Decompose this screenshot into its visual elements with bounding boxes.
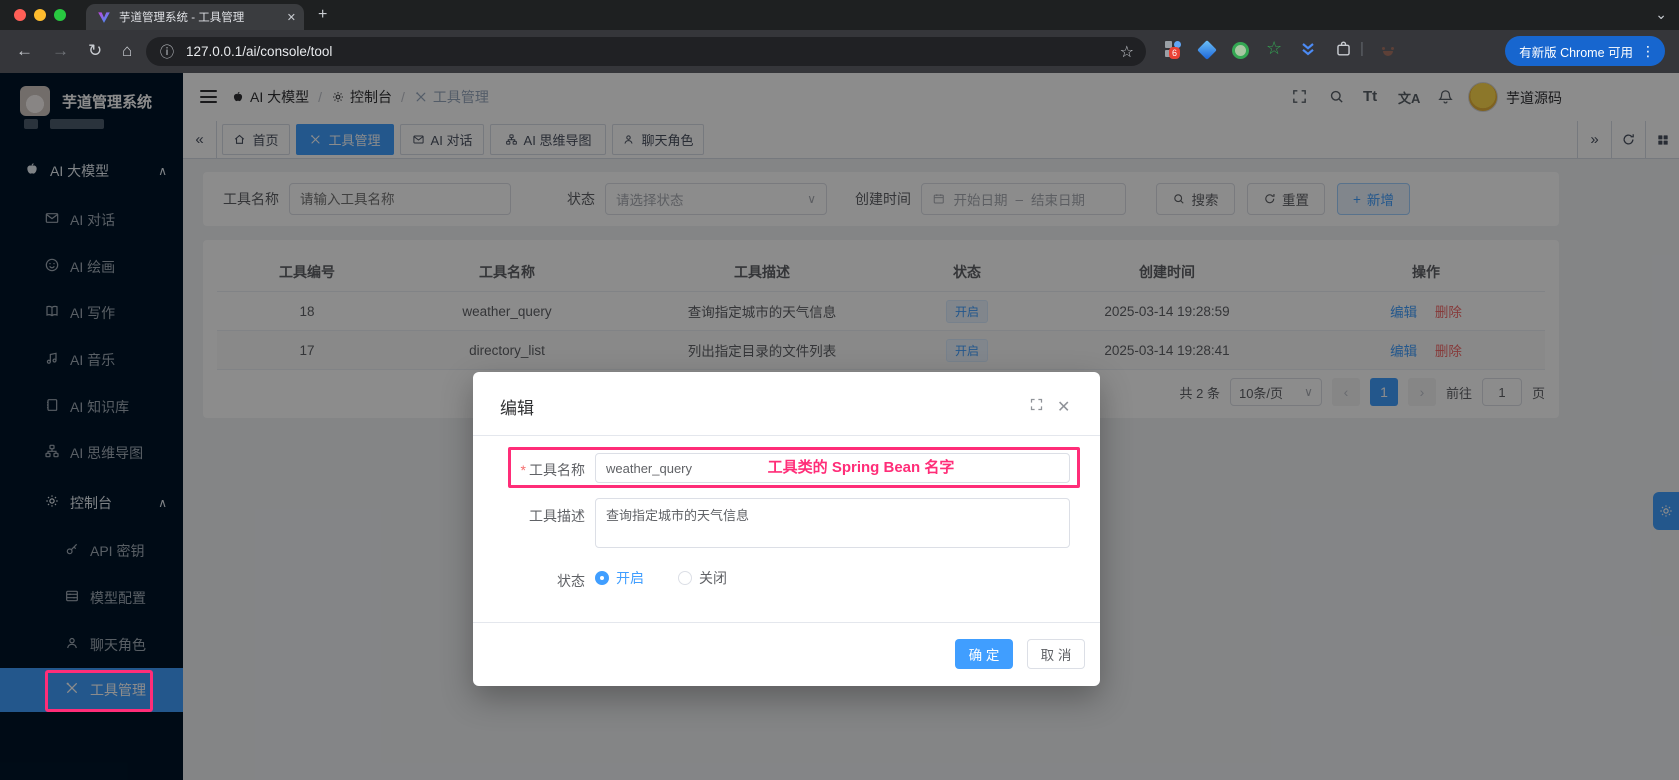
reload-icon[interactable]: ↻: [88, 40, 102, 62]
tool-desc-field[interactable]: 查询指定城市的天气信息: [595, 498, 1070, 548]
tool-desc-field-label: 工具描述: [529, 508, 585, 524]
browser-tabstrip: 芋道管理系统 - 工具管理 ✕ + ⌄: [0, 0, 1679, 30]
forward-icon[interactable]: →: [52, 40, 69, 62]
back-icon[interactable]: ←: [16, 40, 33, 62]
radio-off-label[interactable]: 关闭: [699, 568, 727, 588]
dialog-header-divider: [473, 435, 1100, 436]
url-bar[interactable]: ⓘ 127.0.0.1/ai/console/tool ☆: [146, 37, 1146, 66]
new-tab-icon[interactable]: +: [318, 6, 327, 24]
annotation-highlight-sidebar-tool-manage: [45, 670, 153, 712]
traffic-light-close[interactable]: [14, 9, 26, 21]
dialog-title: 编辑: [500, 399, 534, 418]
tool-name-field-label: * 工具名称: [520, 462, 585, 478]
browser-tab[interactable]: 芋道管理系统 - 工具管理 ✕: [86, 4, 304, 30]
cancel-button[interactable]: 取 消: [1027, 639, 1085, 669]
dialog-footer-divider: [473, 622, 1100, 623]
extensions-puzzle-icon[interactable]: [1334, 39, 1353, 61]
radio-on-label[interactable]: 开启: [616, 568, 644, 588]
kebab-menu-icon[interactable]: ⋮: [1641, 43, 1655, 60]
extension-badge: 6: [1169, 47, 1181, 59]
traffic-light-minimize[interactable]: [34, 9, 46, 21]
bookmark-star-icon[interactable]: ☆: [1120, 42, 1134, 62]
site-favicon: [98, 12, 110, 23]
chrome-update-label: 有新版 Chrome 可用: [1519, 45, 1633, 60]
status-field-label: 状态: [557, 573, 585, 589]
edit-tool-dialog: 编辑 ✕ *工具名称 工具类的 Spring Bean 名字 工具描述 查询指定…: [473, 372, 1100, 686]
home-icon[interactable]: ⌂: [122, 40, 132, 62]
site-info-icon[interactable]: ⓘ: [160, 42, 174, 62]
extension-star-icon[interactable]: ☆: [1266, 38, 1282, 59]
extension-chevrons-icon[interactable]: [1298, 39, 1318, 62]
screen: 芋道管理系统 - 工具管理 ✕ + ⌄ ← → ↻ ⌂ ⓘ 127.0.0.1/…: [0, 0, 1679, 780]
browser-toolbar: ← → ↻ ⌂ ⓘ 127.0.0.1/ai/console/tool ☆ 6 …: [0, 30, 1679, 73]
dialog-fullscreen-icon[interactable]: [1029, 397, 1044, 414]
radio-on-icon[interactable]: [595, 571, 609, 585]
extension-grid-icon[interactable]: 6: [1163, 39, 1185, 61]
traffic-light-zoom[interactable]: [54, 9, 66, 21]
required-asterisk: *: [520, 462, 526, 478]
radio-off-icon[interactable]: [678, 571, 692, 585]
dialog-close-icon[interactable]: ✕: [1057, 397, 1070, 417]
url-text[interactable]: 127.0.0.1/ai/console/tool: [186, 44, 1120, 59]
browser-tab-title: 芋道管理系统 - 工具管理: [119, 12, 245, 24]
chrome-update-button[interactable]: 有新版 Chrome 可用 ⋮: [1505, 36, 1665, 66]
tab-search-icon[interactable]: ⌄: [1655, 6, 1667, 23]
toolbar-divider: |: [1360, 40, 1364, 57]
extension-circle-icon[interactable]: [1232, 42, 1249, 59]
extension-kite-icon[interactable]: [1197, 40, 1217, 60]
annotation-spring-bean-note: 工具类的 Spring Bean 名字: [767, 459, 955, 476]
status-radio-group: 开启 关闭: [595, 568, 727, 588]
tab-close-icon[interactable]: ✕: [287, 11, 296, 24]
confirm-button[interactable]: 确 定: [955, 639, 1013, 669]
